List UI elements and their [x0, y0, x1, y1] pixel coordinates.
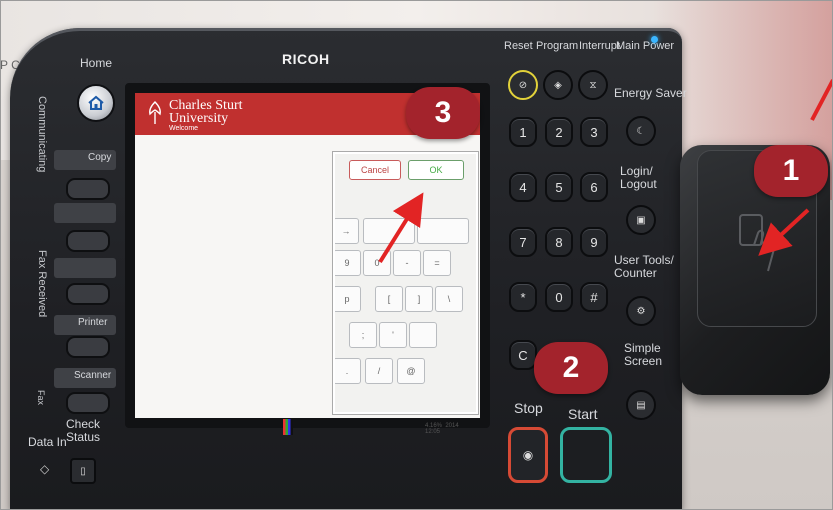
keyboard-key[interactable]: 0 — [363, 250, 391, 276]
keypad-key[interactable]: 6 — [580, 172, 608, 202]
keypad-key[interactable]: 1 — [509, 117, 537, 147]
keypad-key[interactable]: 2 — [545, 117, 573, 147]
interrupt-button[interactable]: ⧖ — [578, 70, 608, 100]
program-icon: ◈ — [554, 79, 562, 91]
data-in-label: Data In — [28, 435, 67, 449]
energy-saver-button[interactable]: ☾ — [626, 116, 656, 146]
fax-button[interactable] — [66, 283, 110, 305]
moon-icon: ☾ — [636, 125, 646, 137]
keyboard-key[interactable]: / — [365, 358, 393, 384]
keyboard-key[interactable]: @ — [397, 358, 425, 384]
user-tools-button[interactable]: ⚙ — [626, 296, 656, 326]
simple-screen-button[interactable]: ▤ — [626, 390, 656, 420]
scanner-label: Scanner — [74, 370, 112, 381]
main-power-indicator — [651, 36, 658, 43]
stop-icon: ◉ — [522, 448, 534, 462]
screen-icon: ▤ — [636, 399, 646, 411]
data-in-indicator-icon: ◇ — [40, 462, 50, 476]
document-icon: ▯ — [80, 465, 86, 477]
fax-tab — [54, 258, 116, 278]
start-label: Start — [568, 406, 598, 422]
keyboard-key[interactable]: . — [335, 358, 361, 384]
keypad-key[interactable]: 0 — [545, 282, 573, 312]
reset-label: Reset — [504, 40, 533, 52]
simple-screen-label: Simple Screen — [624, 341, 663, 368]
program-button[interactable]: ◈ — [543, 70, 573, 100]
keypad-key[interactable]: # — [580, 282, 608, 312]
printer-button[interactable] — [66, 336, 110, 358]
tap-card-icon — [739, 214, 776, 272]
stop-label: Stop — [514, 400, 543, 416]
keypad-key[interactable]: 3 — [580, 117, 608, 147]
keyboard-arrow-key[interactable]: → — [335, 218, 359, 244]
program-label: Program — [536, 40, 579, 52]
tools-icon: ⚙ — [636, 305, 646, 317]
copy-button[interactable] — [66, 178, 110, 200]
keypad-key[interactable]: 8 — [545, 227, 573, 257]
document-server-tab — [54, 203, 116, 223]
keyboard-key[interactable]: ' — [379, 322, 407, 348]
start-button[interactable] — [560, 427, 612, 483]
keypad-key[interactable]: 5 — [545, 172, 573, 202]
step-3-badge: 3 — [406, 87, 480, 139]
login-logout-button[interactable]: ▣ — [626, 205, 656, 235]
keypad-key[interactable]: 7 — [509, 227, 537, 257]
keyboard-key-blank[interactable] — [417, 218, 469, 244]
keyboard-key[interactable]: ] — [405, 286, 433, 312]
keyboard-key[interactable] — [409, 322, 437, 348]
stop-button[interactable]: ◉ — [508, 427, 548, 483]
brand-logo: RICOH — [282, 51, 330, 67]
keypad-key[interactable]: * — [509, 282, 537, 312]
photo-frame: P C RICOH Home Communicating Fax Receive… — [0, 0, 833, 510]
main-power-label: Main Power — [616, 40, 675, 52]
home-button[interactable] — [77, 84, 115, 122]
login-logout-label: Login/ Logout — [620, 164, 657, 191]
home-label: Home — [80, 56, 113, 70]
clear-key[interactable]: C — [509, 340, 537, 370]
keyboard-key[interactable]: - — [393, 250, 421, 276]
keyboard-key[interactable]: = — [423, 250, 451, 276]
interrupt-icon: ⧖ — [589, 79, 597, 91]
keypad-key[interactable]: 9 — [580, 227, 608, 257]
fax-received-label: Fax Received — [36, 250, 48, 318]
communicating-label: Communicating — [36, 96, 48, 173]
energy-saver-label: Energy Saver — [614, 86, 687, 100]
cancel-button[interactable]: Cancel — [349, 160, 401, 180]
zoom-inset-keyboard: Cancel OK → 9 0- = p [] \; '. / @ — [333, 152, 478, 414]
login-icon: ▣ — [636, 214, 646, 226]
color-indicator-bar — [283, 419, 293, 435]
interrupt-label: Interrupt — [579, 40, 620, 52]
document-server-button[interactable] — [66, 230, 110, 252]
keyboard-key[interactable]: \ — [435, 286, 463, 312]
reset-button[interactable]: ⊘ — [508, 70, 538, 100]
keyboard-key[interactable]: 9 — [335, 250, 361, 276]
printer-label: Printer — [78, 317, 108, 328]
fax-label: Fax — [36, 390, 46, 406]
check-status-label: Check Status — [66, 417, 101, 444]
keyboard-key[interactable]: ; — [349, 322, 377, 348]
step-2-badge: 2 — [534, 342, 608, 394]
step-1-badge: 1 — [754, 145, 828, 197]
keyboard-key[interactable]: [ — [375, 286, 403, 312]
university-name: Charles Sturt University — [169, 98, 243, 126]
user-tools-label: User Tools/ Counter — [614, 253, 674, 280]
ok-button[interactable]: OK — [408, 160, 464, 180]
keyboard-key[interactable]: p — [335, 286, 361, 312]
screen-footer-text: 4.16% 2014 12:05 — [425, 423, 459, 435]
keyboard-key-blank[interactable] — [363, 218, 415, 244]
reset-icon: ⊘ — [518, 79, 528, 91]
check-status-button[interactable]: ▯ — [70, 458, 96, 484]
keypad-key[interactable]: 4 — [509, 172, 537, 202]
welcome-text: Welcome — [169, 125, 199, 132]
home-icon — [88, 95, 104, 110]
scanner-button[interactable] — [66, 392, 110, 414]
university-logo-icon — [149, 101, 161, 124]
copy-label: Copy — [88, 152, 112, 163]
